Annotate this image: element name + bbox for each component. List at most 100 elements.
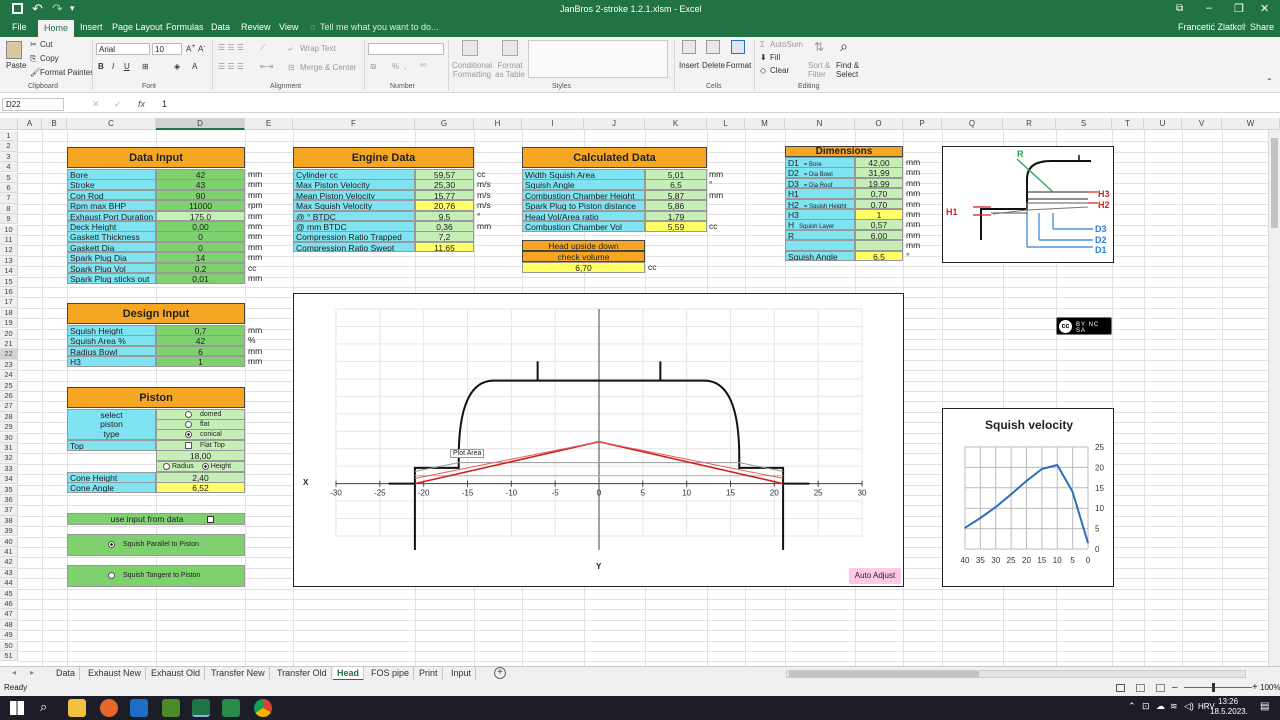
auto-adjust-button[interactable]: Auto Adjust: [849, 568, 901, 584]
cc-license-badge[interactable]: cc BY NC SA: [1056, 317, 1112, 335]
add-sheet-icon[interactable]: +: [494, 667, 506, 679]
cone-height-value[interactable]: 2,40: [156, 472, 245, 483]
dimension-value[interactable]: 19,99: [855, 177, 903, 189]
radius-height-toggle[interactable]: Radius Height: [156, 461, 245, 472]
row-header[interactable]: 28: [0, 411, 18, 423]
fill-icon[interactable]: ⬇: [760, 53, 767, 62]
formula-input[interactable]: 1: [162, 99, 167, 109]
cone-angle-value[interactable]: 6,52: [156, 482, 245, 493]
column-header[interactable]: F: [293, 118, 415, 130]
row-value[interactable]: 7,2: [415, 231, 474, 242]
column-header[interactable]: E: [245, 118, 293, 130]
font-color-icon[interactable]: A: [192, 62, 197, 71]
row-header[interactable]: 46: [0, 599, 18, 610]
column-header[interactable]: R: [1003, 118, 1056, 130]
row-header[interactable]: 47: [0, 609, 18, 620]
excel-file-icon[interactable]: [222, 699, 240, 717]
row-value[interactable]: 42: [156, 169, 245, 180]
dimension-value[interactable]: 1: [855, 209, 903, 220]
save-icon[interactable]: [12, 3, 23, 14]
copy-button[interactable]: Copy: [40, 54, 59, 63]
row-value[interactable]: 90: [156, 189, 245, 201]
scrollbar-thumb[interactable]: [1271, 138, 1278, 228]
customize-qat-icon[interactable]: ▾: [70, 3, 75, 14]
row-value[interactable]: 0: [156, 231, 245, 242]
column-header[interactable]: J: [584, 118, 645, 130]
piston-top-value[interactable]: 18,00: [156, 450, 245, 461]
squish-velocity-chart[interactable]: Squish velocity 40 35 30 25 20 15 10 5 0 25 20 15 10…: [942, 408, 1114, 587]
worksheet[interactable]: ABCDEFGHIJKLMNOPQRSTUVW 1 2 3 4 5 6 7 8 9 10 11 12 1…: [0, 118, 1280, 666]
share-icon[interactable]: ⇪: [1240, 22, 1248, 33]
user-name[interactable]: Francetić Zlatko: [1178, 22, 1242, 32]
column-header[interactable]: H: [474, 118, 522, 130]
restore-icon[interactable]: ❐: [1234, 2, 1244, 15]
tab-file[interactable]: File: [12, 22, 27, 32]
collapse-ribbon-icon[interactable]: ⌃: [1266, 77, 1273, 86]
format-painter-button[interactable]: Format Painter: [40, 68, 93, 77]
cancel-icon[interactable]: ✕: [92, 99, 100, 110]
row-value[interactable]: 6,5: [645, 179, 707, 190]
share-button[interactable]: Share: [1250, 22, 1274, 32]
row-header[interactable]: 1: [0, 131, 18, 142]
underline-button[interactable]: U: [124, 62, 130, 71]
zoom-slider-handle[interactable]: [1212, 683, 1215, 692]
search-icon[interactable]: ⌕: [40, 699, 47, 715]
row-value[interactable]: 1: [156, 356, 245, 367]
row-header[interactable]: 49: [0, 630, 18, 641]
indent-icon[interactable]: ⇤⇥: [260, 62, 273, 71]
row-header[interactable]: 50: [0, 640, 18, 651]
row-value[interactable]: 15,77: [415, 189, 474, 201]
row-header[interactable]: 35: [0, 484, 18, 495]
row-value[interactable]: 0: [156, 241, 245, 253]
row-header[interactable]: 41: [0, 547, 18, 558]
file-explorer-icon[interactable]: [68, 699, 86, 717]
tab-data[interactable]: Data: [211, 22, 230, 32]
tab-page-layout[interactable]: Page Layout: [112, 22, 163, 32]
scrollbar-thumb[interactable]: [789, 671, 979, 677]
sheet-tab-transfer-old[interactable]: Transfer Old: [273, 667, 332, 681]
fill-button[interactable]: Fill: [770, 53, 780, 62]
row-header[interactable]: 44: [0, 578, 18, 589]
wrap-text-icon[interactable]: ⤶: [288, 44, 292, 54]
merge-center-button[interactable]: Merge & Center: [300, 63, 356, 72]
row-header[interactable]: 42: [0, 557, 18, 568]
copy-icon[interactable]: ⎘: [30, 54, 36, 64]
wrap-text-button[interactable]: Wrap Text: [300, 44, 336, 53]
row-header[interactable]: 16: [0, 287, 18, 298]
column-header[interactable]: O: [855, 118, 903, 130]
row-header[interactable]: 33: [0, 463, 18, 475]
orientation-icon[interactable]: ⟋: [260, 43, 266, 53]
cell-styles-gallery[interactable]: [528, 40, 668, 78]
dimension-value[interactable]: [855, 240, 903, 251]
select-all-corner[interactable]: [0, 118, 18, 130]
paste-button[interactable]: Paste: [6, 61, 26, 70]
conditional-formatting-icon[interactable]: [462, 40, 478, 56]
row-header[interactable]: 48: [0, 619, 18, 631]
sheet-tab-input[interactable]: Input: [447, 667, 477, 681]
row-value[interactable]: 0,01: [156, 273, 245, 284]
tray-chevron-icon[interactable]: ⌃: [1128, 701, 1136, 712]
align-top-icon[interactable]: ☰ ☰ ☰: [218, 43, 244, 52]
outlook-icon[interactable]: [130, 699, 148, 717]
undo-icon[interactable]: ↶: [32, 1, 43, 17]
sheet-tab-head[interactable]: Head: [333, 667, 365, 681]
page-layout-view-icon[interactable]: [1136, 684, 1145, 692]
row-value[interactable]: 6: [156, 345, 245, 357]
row-value[interactable]: 0,2: [156, 262, 245, 274]
row-header[interactable]: 6: [0, 183, 18, 194]
row-value[interactable]: 5,59: [645, 221, 707, 232]
row-value[interactable]: 0,00: [156, 221, 245, 232]
row-header[interactable]: 20: [0, 328, 18, 339]
row-value[interactable]: 59,57: [415, 169, 474, 180]
column-header[interactable]: P: [903, 118, 942, 130]
row-header[interactable]: 13: [0, 255, 18, 267]
column-header[interactable]: T: [1112, 118, 1144, 130]
dimension-value[interactable]: 42,00: [855, 157, 903, 168]
dimension-value[interactable]: 0,70: [855, 188, 903, 199]
sheet-tab-data[interactable]: Data: [52, 667, 81, 681]
format-cells-button[interactable]: Format: [726, 61, 751, 70]
row-header[interactable]: 27: [0, 401, 18, 412]
scroll-right-icon[interactable]: ▸: [30, 668, 34, 677]
row-header[interactable]: 31: [0, 443, 18, 454]
autosum-icon[interactable]: Σ: [760, 40, 765, 49]
